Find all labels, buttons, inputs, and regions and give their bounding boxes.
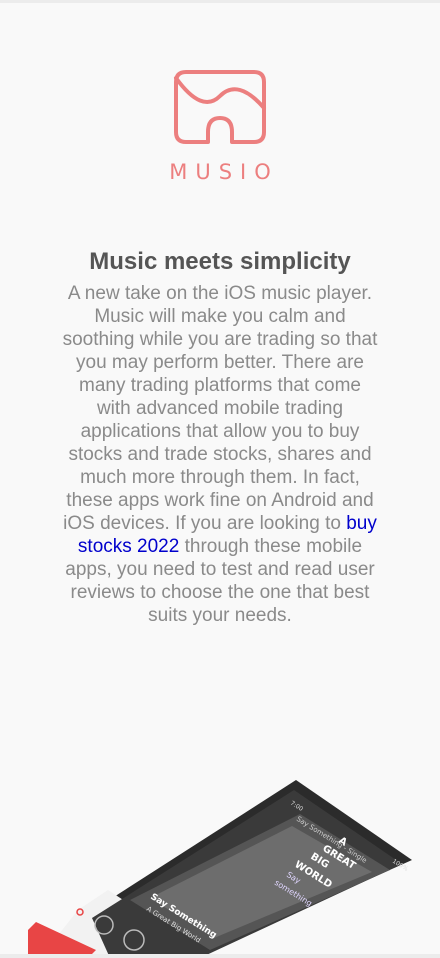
phone-mockup-image: 7:00 100% Say Something - Single A GREAT…	[0, 760, 440, 958]
brand-logo: MUSIO	[0, 68, 440, 184]
top-border	[0, 0, 440, 3]
musio-logo-icon	[174, 70, 266, 144]
bottom-border	[0, 954, 440, 958]
paragraph-text-start: A new take on the iOS music player. Musi…	[62, 283, 378, 534]
hero-headline: Music meets simplicity	[89, 248, 351, 275]
phone-mockup-illustration: 7:00 100% Say Something - Single A GREAT…	[28, 780, 412, 958]
hero-paragraph: A new take on the iOS music player. Musi…	[60, 282, 380, 627]
brand-name: MUSIO	[169, 160, 279, 184]
hero-section: Music meets simplicity A new take on the…	[60, 246, 380, 627]
